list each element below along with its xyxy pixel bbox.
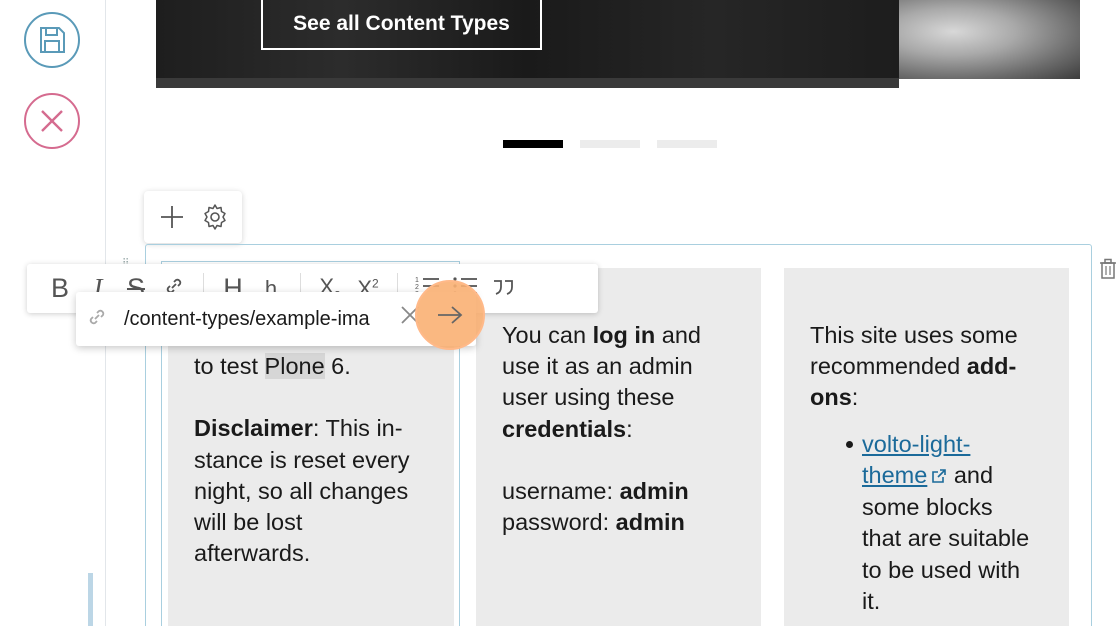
save-icon — [40, 27, 65, 53]
arrow-right-icon — [438, 306, 463, 324]
bold-text: log in — [592, 322, 656, 348]
text-line: This site uses some — [810, 322, 1018, 348]
bold-text: add- — [966, 353, 1017, 380]
hero-next-slide-image — [899, 0, 1080, 79]
text-fragment: : — [851, 384, 859, 411]
slider-dot-3[interactable] — [657, 140, 717, 148]
text-line: use it as an admin — [502, 353, 693, 380]
username-label: username: — [502, 478, 620, 504]
text-line: ons: — [810, 382, 1060, 413]
text-line: user using these — [502, 384, 675, 411]
plus-icon — [160, 206, 183, 228]
list-item: volto-light- theme and some blocks that … — [862, 429, 1060, 617]
see-all-content-types-button[interactable]: See all Content Types — [261, 0, 542, 50]
username-value: admin — [619, 478, 689, 504]
text-line: stance is reset every — [194, 446, 410, 473]
text-line: recommended add- — [810, 351, 1060, 382]
text-fragment: 6. — [324, 353, 351, 379]
text-fragment: You can — [502, 322, 593, 348]
svg-text:1: 1 — [415, 277, 419, 284]
column-2[interactable]: You can log in and use it as an admin us… — [476, 268, 761, 626]
text-fragment: and — [655, 322, 702, 348]
cancel-button[interactable] — [24, 93, 80, 149]
external-link-icon — [931, 461, 947, 492]
slider-dot-2[interactable] — [580, 140, 640, 148]
bold-text: credentials — [502, 415, 627, 442]
link-url-input[interactable] — [124, 307, 380, 331]
text-line: to test Plone 6. — [194, 351, 444, 382]
volto-light-theme-link-cont[interactable]: theme — [862, 462, 927, 488]
text-line: night, so all changes — [194, 477, 409, 504]
text-line: to be used with — [862, 556, 1021, 583]
text-line: credentials: — [502, 414, 752, 445]
text-line: afterwards. — [194, 540, 311, 567]
slider-dot-1[interactable] — [503, 140, 563, 148]
text-line: will be lost — [194, 509, 303, 535]
password-label: password: — [502, 509, 616, 536]
volto-light-theme-link[interactable]: volto-light- — [862, 431, 970, 457]
slider-dots — [503, 140, 717, 148]
column-1-text[interactable]: to test Plone 6. Disclaimer: This in- st… — [194, 351, 444, 569]
bold-text: ons — [810, 384, 852, 411]
text-fragment: to test — [194, 353, 265, 379]
bold-button[interactable]: B — [41, 273, 79, 304]
text-line: that are suitable — [862, 525, 1030, 552]
save-button[interactable] — [24, 12, 80, 68]
text-line: some blocks — [862, 494, 993, 521]
close-icon — [41, 110, 63, 132]
blockquote-button[interactable] — [484, 273, 522, 304]
block-settings-button[interactable] — [200, 202, 230, 232]
password-value: admin — [615, 509, 685, 536]
text-fragment: : — [626, 415, 633, 442]
trash-icon — [1100, 258, 1116, 279]
svg-text:2: 2 — [415, 284, 419, 291]
text-line: username: admin — [502, 476, 752, 507]
text-fragment: and — [947, 461, 994, 488]
text-line: it. — [862, 587, 881, 614]
text-line: You can log in and — [502, 320, 752, 351]
column-3-text[interactable]: This site uses some recommended add- ons… — [810, 320, 1060, 617]
gear-icon — [203, 204, 226, 230]
selected-text-plone[interactable]: Plone — [264, 353, 325, 379]
text-fragment: recommended — [810, 353, 967, 380]
text-line: password: admin — [502, 507, 752, 538]
text-fragment: : This in- — [312, 415, 403, 442]
quote-icon — [494, 280, 513, 295]
link-icon — [86, 306, 108, 332]
hero-slider: See all Content Types — [156, 0, 1080, 88]
addons-list: volto-light- theme and some blocks that … — [810, 429, 1060, 617]
text-line: Disclaimer: This in- — [194, 413, 444, 444]
delete-block-button[interactable] — [1099, 258, 1117, 284]
disclaimer-label: Disclaimer — [194, 415, 313, 442]
submit-link-button[interactable] — [415, 280, 485, 350]
block-toolbar — [144, 191, 242, 243]
sidebar-accent-bar — [88, 573, 93, 626]
column-3[interactable]: This site uses some recommended add- ons… — [784, 268, 1069, 626]
column-2-text[interactable]: You can log in and use it as an admin us… — [502, 320, 752, 538]
add-block-button[interactable] — [157, 202, 187, 232]
